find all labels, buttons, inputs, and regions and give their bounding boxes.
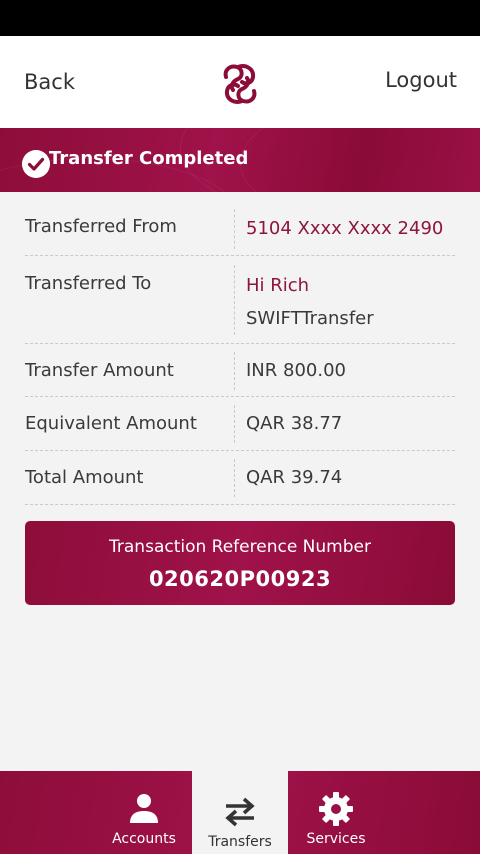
status-bar [0,0,480,36]
detail-label: Transferred From [25,216,177,237]
transaction-reference-card: Transaction Reference Number 020620P0092… [25,521,455,605]
check-circle-icon [22,150,50,178]
detail-label: Transferred To [25,273,152,294]
detail-row-amount: Transfer Amount INR 800.00 [25,344,455,397]
detail-value: QAR 38.77 [246,413,343,434]
detail-row-equivalent: Equivalent Amount QAR 38.77 [25,397,455,451]
detail-divider [234,459,235,497]
detail-label: Total Amount [25,467,144,488]
detail-value: QAR 39.74 [246,467,343,488]
app-header: Back Logout [0,36,480,128]
nav-item-services[interactable]: Services [288,771,384,854]
nav-label: Services [306,831,366,847]
status-banner: Transfer Completed [0,128,480,192]
back-button[interactable]: Back [24,70,75,94]
reference-label: Transaction Reference Number [109,537,371,557]
nav-item-transfers[interactable]: Transfers [192,771,288,854]
detail-value: INR 800.00 [246,360,346,381]
gear-icon [319,792,353,826]
detail-divider [234,209,235,249]
detail-label: Transfer Amount [25,360,174,381]
nav-label: Transfers [208,834,272,850]
detail-row-total: Total Amount QAR 39.74 [25,451,455,505]
nav-label: Accounts [112,831,176,847]
detail-divider [234,352,235,390]
detail-value: 5104 Xxxx Xxxx 2490 [246,218,444,239]
detail-divider [234,405,235,443]
transfer-arrows-icon [225,797,255,827]
bank-logo-icon [223,64,257,104]
detail-row-from: Transferred From 5104 Xxxx Xxxx 2490 [25,203,455,256]
detail-label: Equivalent Amount [25,413,197,434]
bottom-nav: Accounts Transfers Services [0,771,480,854]
person-icon [130,794,158,823]
detail-value: Hi Rich [246,275,310,296]
detail-row-to: Transferred To Hi Rich SWIFTTransfer [25,256,455,344]
detail-sub-value: SWIFTTransfer [246,308,374,329]
detail-divider [234,265,235,335]
logout-button[interactable]: Logout [385,68,457,92]
banner-title: Transfer Completed [49,148,249,169]
nav-item-accounts[interactable]: Accounts [96,771,192,854]
reference-number: 020620P00923 [148,567,332,591]
